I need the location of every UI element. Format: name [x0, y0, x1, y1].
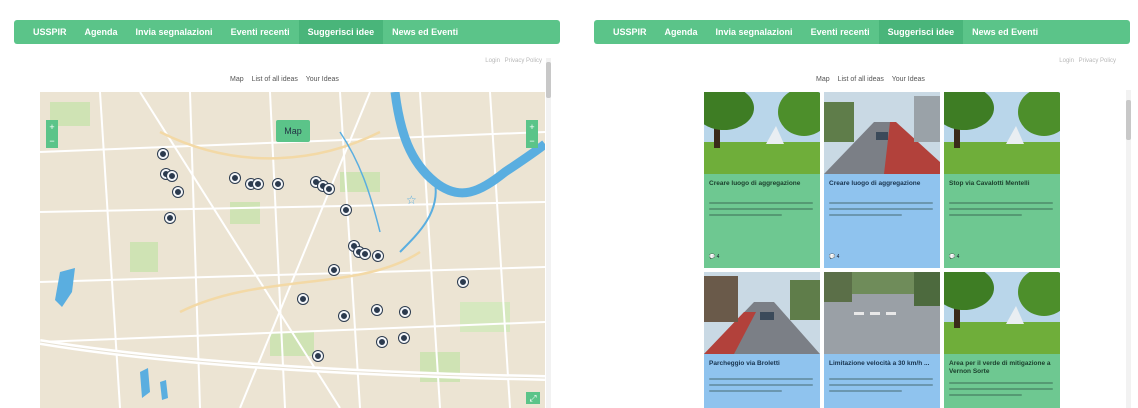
idea-card-description [829, 378, 933, 406]
idea-photo-park [944, 272, 1060, 354]
scrollbar-thumb[interactable] [1126, 100, 1131, 140]
nav-item-eventi[interactable]: Eventi recenti [222, 20, 299, 44]
idea-marker[interactable] [165, 213, 175, 223]
privacy-link[interactable]: Privacy Policy [1079, 58, 1116, 64]
idea-marker[interactable] [339, 311, 349, 321]
subnav-list[interactable]: List of all ideas [252, 76, 298, 83]
idea-card-description [949, 382, 1053, 408]
idea-card-title: Creare luogo di aggregazione [829, 180, 921, 187]
idea-card-title: Creare luogo di aggregazione [709, 180, 801, 187]
idea-card-comments: 💬 4 [829, 254, 840, 260]
idea-card-description [709, 378, 813, 406]
idea-marker[interactable] [158, 149, 168, 159]
fullscreen-button[interactable]: ⤢ [526, 392, 540, 404]
nav-item-suggerisci-idee[interactable]: Suggerisci idee [878, 20, 964, 44]
subnav-map[interactable]: Map [816, 76, 830, 83]
idea-card-title: Limitazione velocità a 30 km/h ... [829, 360, 930, 367]
idea-subnav: Map List of all ideas Your Ideas [816, 76, 931, 83]
layers-button[interactable]: + [526, 120, 538, 134]
nav-item-agenda[interactable]: Agenda [656, 20, 707, 44]
subnav-map[interactable]: Map [230, 76, 244, 83]
scrollbar-thumb[interactable] [546, 62, 551, 98]
login-link[interactable]: Login [485, 58, 500, 64]
idea-marker[interactable] [360, 249, 370, 259]
idea-card[interactable]: Parcheggio via Broletti [704, 272, 820, 408]
subnav-your-ideas[interactable]: Your Ideas [892, 76, 925, 83]
comment-count: 4 [836, 254, 840, 260]
idea-marker[interactable] [377, 337, 387, 347]
idea-marker[interactable] [458, 277, 468, 287]
idea-photo-street [824, 92, 940, 174]
nav-item-eventi[interactable]: Eventi recenti [802, 20, 879, 44]
top-links: Login Privacy Policy [1056, 58, 1116, 64]
idea-card-comments: 💬 4 [709, 254, 720, 260]
idea-marker[interactable] [230, 173, 240, 183]
idea-marker[interactable] [400, 307, 410, 317]
top-navbar: USSPIR Agenda Invia segnalazioni Eventi … [594, 20, 1130, 44]
comment-count: 4 [716, 254, 720, 260]
idea-card-description [829, 202, 933, 230]
idea-card[interactable]: Limitazione velocità a 30 km/h ... [824, 272, 940, 408]
page-scrollbar[interactable] [1126, 90, 1131, 408]
idea-photo-road [824, 272, 940, 354]
nav-item-segnalazioni[interactable]: Invia segnalazioni [707, 20, 802, 44]
idea-marker[interactable] [324, 184, 334, 194]
ideas-map[interactable]: ☆ Map + − + − ⤢ [40, 92, 545, 408]
idea-subnav: Map List of all ideas Your Ideas [230, 76, 345, 83]
top-links: Login Privacy Policy [482, 58, 542, 64]
idea-marker[interactable] [372, 305, 382, 315]
idea-card-title: Parcheggio via Broletti [709, 360, 780, 367]
idea-card[interactable]: Creare luogo di aggregazione 💬 4 [824, 92, 940, 268]
nav-item-segnalazioni[interactable]: Invia segnalazioni [127, 20, 222, 44]
comment-count: 4 [956, 254, 960, 260]
nav-item-home[interactable]: USSPIR [604, 20, 656, 44]
idea-card-comments: 💬 4 [949, 254, 960, 260]
nav-item-news[interactable]: News ed Eventi [963, 20, 1047, 44]
idea-marker[interactable] [399, 333, 409, 343]
idea-photo-park [704, 92, 820, 174]
idea-marker[interactable] [341, 205, 351, 215]
top-navbar: USSPIR Agenda Invia segnalazioni Eventi … [14, 20, 560, 44]
idea-marker[interactable] [273, 179, 283, 189]
svg-text:☆: ☆ [406, 193, 417, 207]
idea-card[interactable]: Stop via Cavalotti Mentelli 💬 4 [944, 92, 1060, 268]
idea-marker[interactable] [253, 179, 263, 189]
zoom-in-button[interactable]: + [46, 120, 58, 134]
idea-marker[interactable] [313, 351, 323, 361]
nav-item-home[interactable]: USSPIR [24, 20, 76, 44]
page-scrollbar[interactable] [546, 58, 551, 408]
idea-marker[interactable] [173, 187, 183, 197]
idea-card[interactable]: Creare luogo di aggregazione 💬 4 [704, 92, 820, 268]
idea-marker[interactable] [373, 251, 383, 261]
layers-button-2[interactable]: − [526, 134, 538, 148]
privacy-link[interactable]: Privacy Policy [505, 58, 542, 64]
idea-card-title: Area per il verde di mitigazione a Verno… [949, 360, 1051, 375]
map-label: Map [276, 120, 310, 142]
zoom-out-button[interactable]: − [46, 134, 58, 148]
idea-marker[interactable] [329, 265, 339, 275]
idea-card[interactable]: Area per il verde di mitigazione a Verno… [944, 272, 1060, 408]
nav-item-agenda[interactable]: Agenda [76, 20, 127, 44]
nav-item-suggerisci-idee[interactable]: Suggerisci idee [298, 20, 384, 44]
idea-card-description [949, 202, 1053, 230]
ideas-card-grid: Creare luogo di aggregazione 💬 4 Creare … [704, 92, 1060, 408]
nav-item-news[interactable]: News ed Eventi [383, 20, 467, 44]
left-panel: USSPIR Agenda Invia segnalazioni Eventi … [0, 0, 560, 408]
idea-marker[interactable] [167, 171, 177, 181]
login-link[interactable]: Login [1059, 58, 1074, 64]
idea-photo-park [944, 92, 1060, 174]
idea-card-title: Stop via Cavalotti Mentelli [949, 180, 1030, 187]
right-panel: USSPIR Agenda Invia segnalazioni Eventi … [588, 0, 1138, 408]
idea-card-description [709, 202, 813, 230]
idea-photo-street [704, 272, 820, 354]
subnav-your-ideas[interactable]: Your Ideas [306, 76, 339, 83]
subnav-list[interactable]: List of all ideas [838, 76, 884, 83]
idea-marker[interactable] [298, 294, 308, 304]
